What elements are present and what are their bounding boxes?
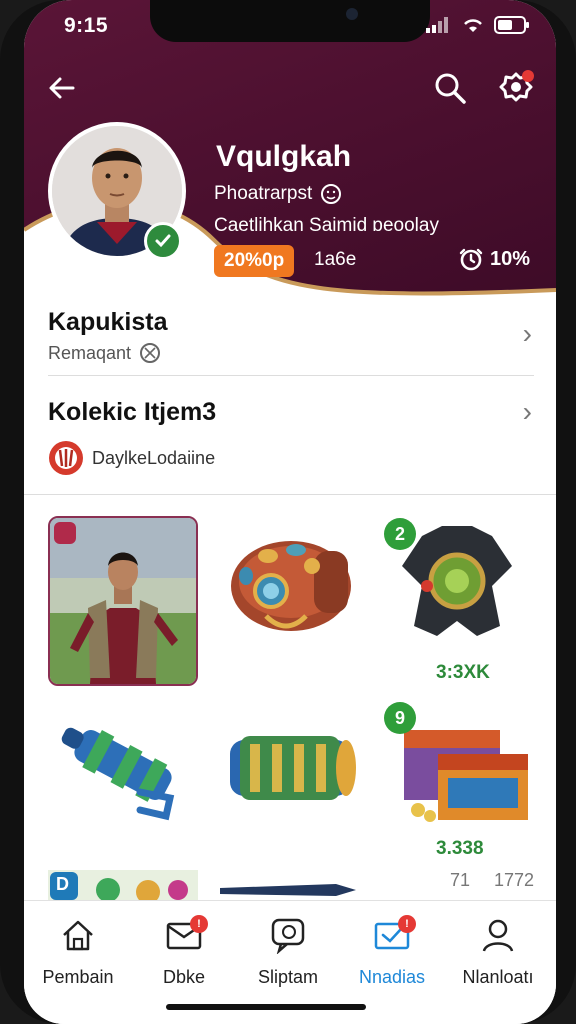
profile-description: Caetlihkan Saimid ɒeoolay	[214, 215, 439, 236]
item-card-partial[interactable]: D	[48, 870, 198, 900]
nav-item-inbox[interactable]: ! Nnadias	[342, 913, 442, 988]
item-price: 3.338	[436, 838, 484, 859]
section-title: Kolekic Itjem3	[48, 398, 217, 426]
profile-subtitle-row: Phoatrarpst	[214, 183, 342, 205]
bracelet-item-icon	[231, 541, 351, 631]
partial-item-badge: D	[56, 874, 69, 894]
arrow-left-icon	[49, 77, 75, 99]
status-time: 9:15	[64, 14, 109, 37]
chevron-right-icon: ›	[522, 318, 532, 349]
profile-stat: 1a6e	[314, 249, 357, 270]
profile-subtitle: Phoatrarpst	[214, 183, 313, 204]
item-badge: 2	[384, 518, 416, 550]
nav-label: Nnadias	[358, 967, 426, 987]
status-icons	[426, 16, 530, 34]
battery-icon	[494, 16, 529, 34]
settings-icon	[140, 343, 161, 363]
wifi-icon	[464, 19, 482, 32]
nav-label: Pembain	[42, 967, 114, 987]
timer-stat: 10%	[458, 246, 530, 272]
nav-label: Sliptam	[257, 967, 319, 987]
notifications-button[interactable]	[496, 68, 536, 108]
nav-badge: !	[190, 915, 208, 933]
discount-pill[interactable]: 20%0p	[214, 245, 295, 277]
item-price: 3:3XK	[436, 662, 490, 683]
item-card-armor[interactable]: 2 3:3XK	[382, 516, 532, 686]
divider	[24, 494, 556, 495]
item-card-partial-2[interactable]	[216, 878, 366, 900]
info-icon[interactable]	[320, 183, 342, 205]
row3-label-left: 71	[450, 870, 471, 890]
section-title: Kapukista	[48, 308, 168, 336]
app-screen: 9:15 Vqulgkah Phoatrarpst Caetlihkan Sai…	[24, 0, 556, 1024]
chat-icon	[271, 918, 305, 954]
timer-icon	[459, 248, 483, 271]
section-subtitle-row: Remaqant	[48, 342, 161, 364]
item-card-chest[interactable]: 9 3.338	[382, 700, 532, 870]
nav-item-home[interactable]: Pembain	[28, 913, 128, 988]
section-row-2[interactable]: Kolekic Itjem3 DaylkeLodaiine ›	[24, 390, 556, 490]
notch	[150, 0, 430, 42]
player-image	[50, 518, 196, 684]
partial-item-icon	[220, 884, 356, 896]
nav-item-profile[interactable]: Nlanloatı	[448, 913, 548, 988]
chevron-right-icon: ›	[522, 396, 532, 427]
nav-label: Dbke	[162, 967, 206, 987]
scroll-item-icon	[230, 736, 356, 800]
club-crest-icon	[49, 441, 83, 475]
cannon-item-icon	[61, 727, 175, 821]
profile-name: Vqulgkah	[216, 140, 352, 173]
home-icon	[63, 920, 93, 951]
item-badge: 9	[384, 702, 416, 734]
nav-badge: !	[398, 915, 416, 933]
signal-icon	[426, 17, 448, 33]
row3-label-right: 1772	[494, 870, 535, 890]
home-indicator[interactable]	[166, 1004, 366, 1010]
verified-icon	[155, 234, 171, 248]
partial-item-icon	[48, 870, 198, 900]
section-row-1[interactable]: Kapukista Remaqant ›	[24, 300, 556, 376]
item-card-player[interactable]	[48, 516, 198, 686]
item-card-scroll[interactable]	[216, 700, 366, 870]
nav-item-chat[interactable]: Sliptam	[238, 913, 338, 988]
item-card-cannon[interactable]	[48, 700, 198, 870]
section-subtitle: Remaqant	[48, 342, 132, 363]
nav-label: Nlanloatı	[462, 967, 534, 987]
search-icon	[435, 73, 466, 104]
user-icon	[482, 919, 514, 952]
section-subtitle: DaylkeLodaiine	[92, 447, 216, 468]
search-button[interactable]	[430, 68, 470, 108]
verified-badge	[144, 222, 182, 260]
nav-item-mail[interactable]: ! Dbke	[134, 913, 234, 988]
section-subtitle-row: DaylkeLodaiine	[48, 440, 215, 476]
back-button[interactable]	[42, 68, 82, 108]
badge-settings-icon	[499, 70, 534, 102]
item-card-bracelet[interactable]	[216, 516, 366, 686]
timer-stat-value: 10%	[490, 247, 531, 270]
divider	[48, 375, 534, 376]
